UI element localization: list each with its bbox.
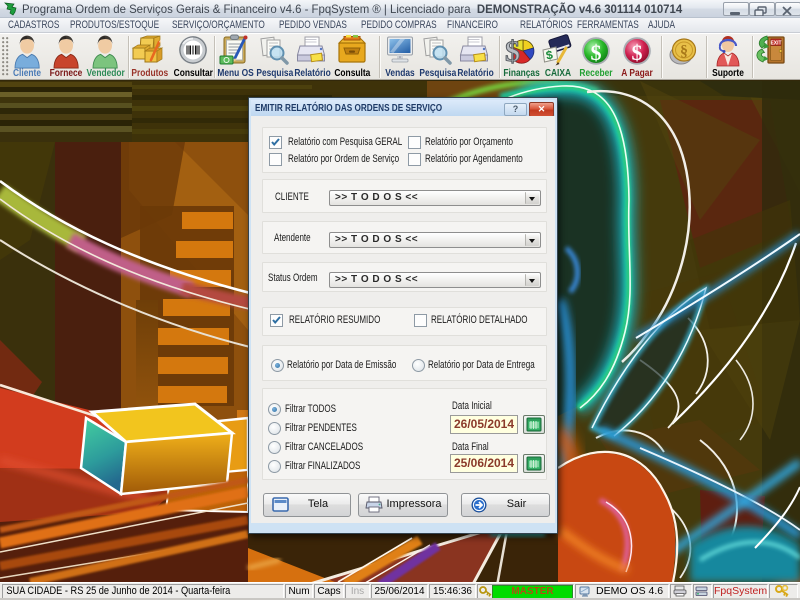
svg-text:$: $: [632, 40, 643, 65]
svg-text:§: §: [680, 43, 688, 60]
svg-text:$: $: [505, 35, 520, 68]
svg-text:$: $: [591, 40, 602, 65]
svg-text:EXIT: EXIT: [770, 40, 781, 46]
